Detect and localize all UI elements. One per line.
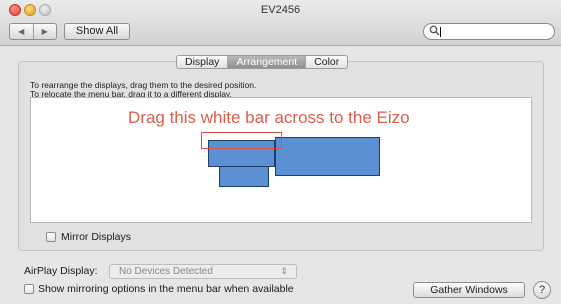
search-icon — [429, 25, 440, 36]
show-all-button[interactable]: Show All — [64, 23, 130, 40]
back-arrow-icon: ◀ — [18, 27, 25, 36]
search-field[interactable] — [423, 23, 555, 40]
tab-arrangement[interactable]: Arrangement — [227, 56, 306, 68]
display-eizo[interactable] — [275, 137, 380, 176]
mirroring-options-label: Show mirroring options in the menu bar w… — [38, 283, 294, 295]
annotation-text: Drag this white bar across to the Eizo — [128, 108, 410, 127]
updown-arrow-icon: ⇕ — [280, 266, 288, 276]
airplay-display-popup[interactable]: No Devices Detected ⇕ — [109, 264, 297, 279]
airplay-label: AirPlay Display: — [24, 265, 98, 277]
forward-button[interactable]: ▶ — [32, 24, 57, 39]
window-title: EV2456 — [260, 4, 301, 16]
tab-display[interactable]: Display — [177, 56, 227, 68]
gather-windows-button[interactable]: Gather Windows — [413, 282, 525, 298]
back-button[interactable]: ◀ — [10, 24, 33, 39]
text-caret — [440, 27, 441, 37]
tab-bar: Display Arrangement Color — [176, 55, 349, 69]
mirror-displays-checkbox[interactable] — [46, 232, 56, 242]
mirroring-options-checkbox[interactable] — [24, 284, 34, 294]
mirror-displays-label: Mirror Displays — [61, 231, 132, 243]
help-icon: ? — [538, 284, 546, 296]
back-forward-control: ◀ ▶ — [9, 23, 57, 40]
airplay-popup-value: No Devices Detected — [119, 266, 213, 277]
display-lower[interactable] — [219, 164, 269, 187]
menu-bar-highlight[interactable] — [201, 132, 282, 149]
forward-arrow-icon: ▶ — [41, 27, 48, 36]
tab-color[interactable]: Color — [305, 56, 347, 68]
window-titlebar: EV2456 ◀ ▶ Show All — [0, 0, 561, 46]
help-button[interactable]: ? — [533, 281, 551, 299]
